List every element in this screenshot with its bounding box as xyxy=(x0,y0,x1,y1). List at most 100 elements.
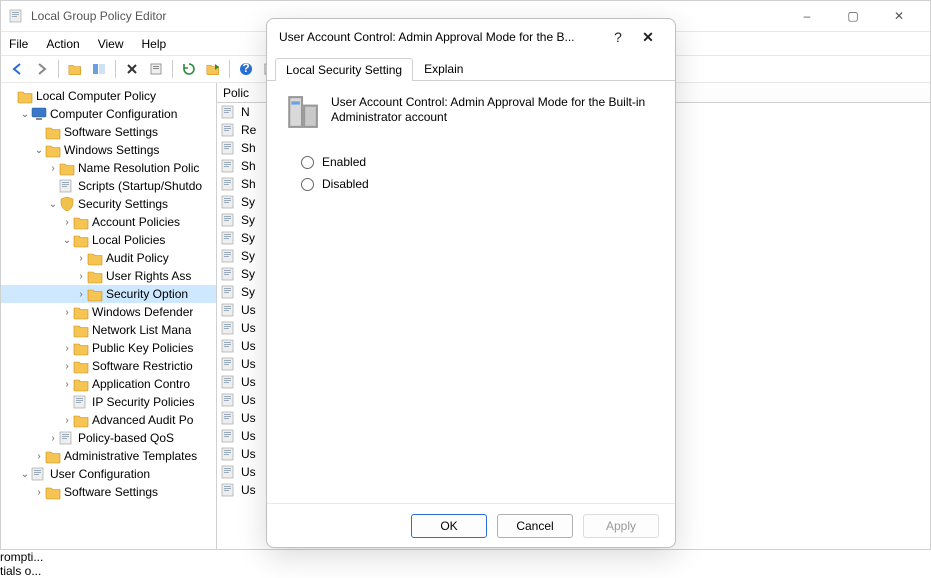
help-button[interactable]: ? xyxy=(235,58,257,80)
tree-item[interactable]: ⌄Windows Settings xyxy=(1,141,216,159)
tree-item[interactable]: ⌄Computer Configuration xyxy=(1,105,216,123)
tree-item[interactable]: Scripts (Startup/Shutdo xyxy=(1,177,216,195)
expand-icon[interactable]: › xyxy=(33,487,45,498)
expand-icon[interactable]: › xyxy=(75,271,87,282)
list-item-label: Us xyxy=(241,429,256,443)
expand-icon[interactable]: › xyxy=(61,217,73,228)
tree-item[interactable]: ⌄ User Configuration xyxy=(1,465,216,483)
refresh-button[interactable] xyxy=(178,58,200,80)
back-button[interactable] xyxy=(7,58,29,80)
radio-disabled[interactable] xyxy=(301,178,314,191)
tree-item[interactable]: ›Advanced Audit Po xyxy=(1,411,216,429)
up-button[interactable] xyxy=(64,58,86,80)
tab-explain[interactable]: Explain xyxy=(413,57,474,80)
cancel-button[interactable]: Cancel xyxy=(497,514,573,538)
tree-item[interactable]: ›Application Contro xyxy=(1,375,216,393)
policy-item-icon xyxy=(221,158,237,174)
policy-item-icon xyxy=(221,320,237,336)
expand-icon[interactable]: › xyxy=(75,289,87,300)
tree-item-label: Audit Policy xyxy=(106,251,169,265)
tree-item[interactable]: ›Account Policies xyxy=(1,213,216,231)
collapse-icon[interactable]: ⌄ xyxy=(19,109,31,120)
menu-view[interactable]: View xyxy=(98,37,124,51)
tree-item[interactable]: ⌄ Security Settings xyxy=(1,195,216,213)
export-button[interactable] xyxy=(202,58,224,80)
tree-item[interactable]: › Name Resolution Polic xyxy=(1,159,216,177)
tree-item-label: Network List Mana xyxy=(92,323,191,337)
folder-icon xyxy=(45,484,61,500)
policy-item-icon xyxy=(221,140,237,156)
show-hide-tree-button[interactable] xyxy=(88,58,110,80)
user-icon xyxy=(31,466,47,482)
policy-item-icon xyxy=(221,122,237,138)
tree-item[interactable]: ›User Rights Ass xyxy=(1,267,216,285)
tree-item[interactable]: › Software Settings xyxy=(1,483,216,501)
forward-button[interactable] xyxy=(31,58,53,80)
tree-item[interactable]: ›Security Option xyxy=(1,285,216,303)
close-button[interactable]: ✕ xyxy=(876,1,922,31)
option-disabled[interactable]: Disabled xyxy=(301,177,657,191)
ok-button[interactable]: OK xyxy=(411,514,487,538)
security-icon xyxy=(59,196,75,212)
tree-item-label: User Configuration xyxy=(50,467,150,481)
collapse-icon[interactable]: ⌄ xyxy=(47,199,59,210)
ipsec-icon xyxy=(73,394,89,410)
expand-icon[interactable]: › xyxy=(61,343,73,354)
expand-icon[interactable]: › xyxy=(61,379,73,390)
policy-item-icon xyxy=(221,212,237,228)
apply-button[interactable]: Apply xyxy=(583,514,659,538)
tree-item-label: Software Settings xyxy=(64,125,158,139)
list-item-label: Sy xyxy=(241,213,255,227)
tree-item-label: Software Settings xyxy=(64,485,158,499)
tree-item[interactable]: ›Windows Defender xyxy=(1,303,216,321)
tree-item[interactable]: ›Public Key Policies xyxy=(1,339,216,357)
collapse-icon[interactable]: ⌄ xyxy=(19,469,31,480)
tree-item-label: Security Settings xyxy=(78,197,168,211)
tree-item[interactable]: Network List Mana xyxy=(1,321,216,339)
tree-item-label: Name Resolution Polic xyxy=(78,161,199,175)
tab-local-security-setting[interactable]: Local Security Setting xyxy=(275,58,413,81)
tree-item[interactable]: ›Administrative Templates xyxy=(1,447,216,465)
minimize-button[interactable]: – xyxy=(784,1,830,31)
radio-enabled[interactable] xyxy=(301,156,314,169)
expand-icon[interactable]: › xyxy=(47,163,59,174)
list-item-label: Sh xyxy=(241,141,256,155)
list-item-label: Sy xyxy=(241,195,255,209)
policy-item-icon xyxy=(221,482,237,498)
expand-icon[interactable]: › xyxy=(33,451,45,462)
option-enabled[interactable]: Enabled xyxy=(301,155,657,169)
tree-item[interactable]: Local Computer Policy xyxy=(1,87,216,105)
collapse-icon[interactable]: ⌄ xyxy=(33,145,45,156)
tree-item-label: Software Restrictio xyxy=(92,359,193,373)
policy-item-icon xyxy=(221,464,237,480)
maximize-button[interactable]: ▢ xyxy=(830,1,876,31)
tree-item[interactable]: ›Policy-based QoS xyxy=(1,429,216,447)
policy-item-icon xyxy=(221,446,237,462)
collapse-icon[interactable]: ⌄ xyxy=(61,235,73,246)
tree-item[interactable]: › Audit Policy xyxy=(1,249,216,267)
expand-icon[interactable]: › xyxy=(61,415,73,426)
delete-button[interactable] xyxy=(121,58,143,80)
tree-item[interactable]: Software Settings xyxy=(1,123,216,141)
tree-pane[interactable]: Local Computer Policy ⌄Computer Configura… xyxy=(1,83,217,549)
folder-icon xyxy=(87,286,103,302)
expand-icon[interactable]: › xyxy=(47,433,59,444)
policy-item-icon xyxy=(221,428,237,444)
dialog-help-button[interactable]: ? xyxy=(603,29,633,45)
dialog-close-button[interactable]: ✕ xyxy=(633,29,663,46)
tree-item[interactable]: IP Security Policies xyxy=(1,393,216,411)
expand-icon[interactable]: › xyxy=(75,253,87,264)
properties-button[interactable] xyxy=(145,58,167,80)
folder-icon xyxy=(73,358,89,374)
menu-help[interactable]: Help xyxy=(142,37,167,51)
menu-action[interactable]: Action xyxy=(46,37,79,51)
tree-item-label: Local Computer Policy xyxy=(36,89,156,103)
tree-item[interactable]: ⌄Local Policies xyxy=(1,231,216,249)
menu-file[interactable]: File xyxy=(9,37,28,51)
expand-icon[interactable]: › xyxy=(61,361,73,372)
policy-item-icon xyxy=(221,356,237,372)
expand-icon[interactable]: › xyxy=(61,307,73,318)
app-icon xyxy=(9,8,25,24)
option-enabled-label: Enabled xyxy=(322,155,366,169)
tree-item[interactable]: › Software Restrictio xyxy=(1,357,216,375)
